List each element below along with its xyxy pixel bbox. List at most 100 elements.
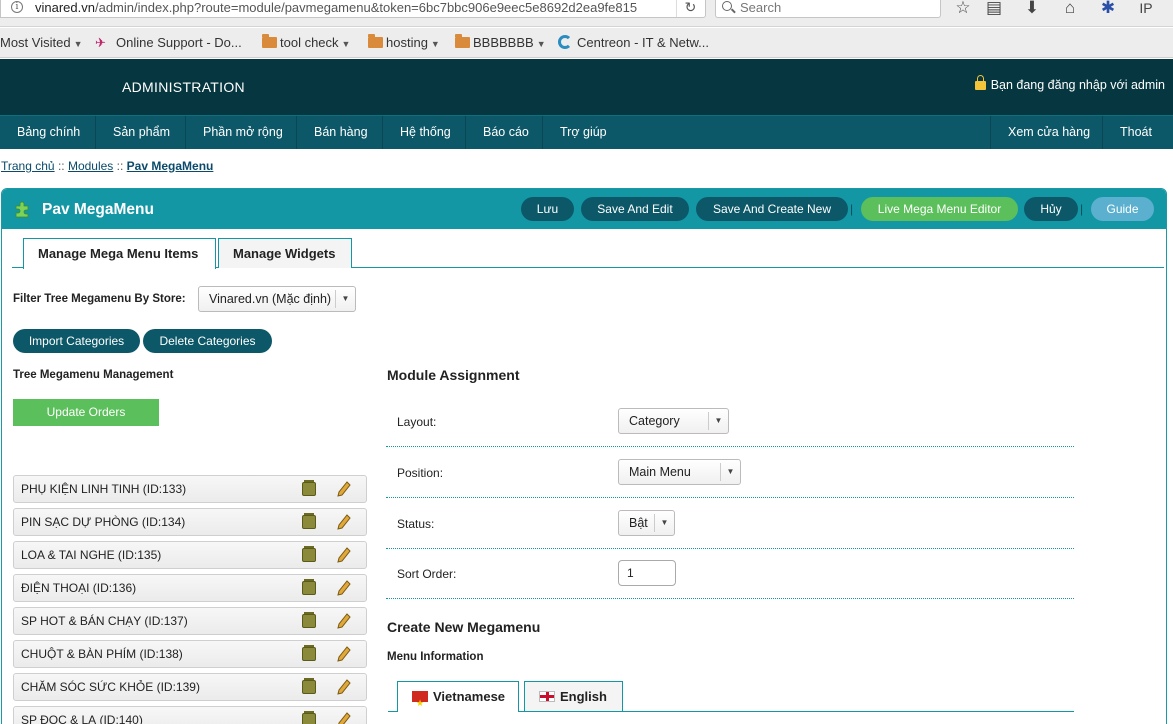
nav-item-extensions[interactable]: Phần mở rộng	[186, 116, 297, 149]
extension-icon[interactable]: ✱	[1097, 0, 1119, 18]
delete-icon[interactable]	[302, 480, 316, 496]
chevron-down-icon: ▼	[708, 412, 728, 430]
create-megamenu-title: Create New Megamenu	[387, 619, 541, 635]
bookmark-folder-bbbbbbb[interactable]: BBBBBBB ▼	[455, 34, 546, 50]
chevron-down-icon: ▼	[536, 39, 546, 49]
nav-item-sales[interactable]: Bán hàng	[297, 116, 383, 149]
lock-icon	[974, 75, 986, 90]
guide-button[interactable]: Guide	[1091, 197, 1154, 221]
position-label: Position:	[397, 466, 444, 480]
download-icon[interactable]: ⬇	[1021, 0, 1043, 18]
chevron-down-icon: ▼	[430, 39, 440, 49]
bookmark-folder-tool-check[interactable]: tool check ▼	[262, 34, 350, 50]
pencil-icon[interactable]	[336, 612, 352, 630]
search-placeholder: Search	[740, 0, 782, 15]
save-and-create-new-button[interactable]: Save And Create New	[696, 197, 848, 221]
nav-item-dashboard[interactable]: Bảng chính	[0, 116, 96, 149]
pencil-icon[interactable]	[336, 645, 352, 663]
pencil-icon[interactable]	[336, 546, 352, 564]
pencil-icon[interactable]	[336, 579, 352, 597]
login-info: Bạn đang đăng nhập với admin	[974, 75, 1165, 92]
tab-manage-widgets[interactable]: Manage Widgets	[218, 238, 352, 268]
separator: |	[1080, 202, 1084, 216]
divider	[386, 446, 1074, 447]
delete-icon[interactable]	[302, 612, 316, 628]
filter-label: Filter Tree Megamenu By Store:	[13, 293, 186, 305]
pencil-icon[interactable]	[336, 480, 352, 498]
pencil-icon[interactable]	[336, 711, 352, 724]
breadcrumb-home[interactable]: Trang chủ	[1, 159, 55, 173]
breadcrumb-current[interactable]: Pav MegaMenu	[127, 159, 214, 173]
tree-item[interactable]: CHUỘT & BÀN PHÍM (ID:138)	[13, 640, 367, 668]
tree-item[interactable]: PHỤ KIỆN LINH TINH (ID:133)	[13, 475, 367, 503]
bookmark-folder-hosting[interactable]: hosting ▼	[368, 34, 440, 50]
folder-icon	[368, 34, 383, 48]
nav-item-catalog[interactable]: Sản phẩm	[96, 116, 186, 149]
bookmark-star-icon[interactable]: ☆	[952, 0, 974, 18]
delete-icon[interactable]	[302, 579, 316, 595]
nav-item-system[interactable]: Hệ thống	[383, 116, 466, 149]
site-info-icon[interactable]: i	[11, 1, 23, 13]
reload-icon[interactable]: ↻	[676, 0, 704, 17]
delete-icon[interactable]	[302, 678, 316, 694]
tree-item[interactable]: SP ĐỌC & LẠ (ID:140)	[13, 706, 367, 724]
site-favicon-icon: ✈	[95, 35, 106, 50]
save-and-edit-button[interactable]: Save And Edit	[581, 197, 689, 221]
centreon-favicon-icon	[558, 35, 572, 49]
chevron-down-icon: ▼	[73, 39, 83, 49]
tree-item[interactable]: PIN SẠC DỰ PHÒNG (ID:134)	[13, 508, 367, 536]
nav-item-view-store[interactable]: Xem cửa hàng	[990, 116, 1103, 149]
save-button[interactable]: Lưu	[521, 197, 574, 221]
store-select[interactable]: Vinared.vn (Mặc định) ▼	[198, 286, 356, 312]
nav-item-reports[interactable]: Báo cáo	[466, 116, 543, 149]
import-categories-button[interactable]: Import Categories	[13, 329, 140, 353]
cancel-button[interactable]: Hủy	[1024, 197, 1078, 221]
delete-icon[interactable]	[302, 711, 316, 724]
divider	[386, 548, 1074, 549]
ip-extension-icon[interactable]: IP	[1135, 0, 1157, 16]
bookmarks-bar: Most Visited ▼ ✈ Online Support - Do... to…	[0, 28, 1173, 58]
divider	[386, 497, 1074, 498]
nav-item-help[interactable]: Trợ giúp	[543, 116, 623, 149]
sort-order-input[interactable]: 1	[618, 560, 676, 586]
browser-search-input[interactable]: Search	[715, 0, 941, 18]
tab-lang-english[interactable]: English	[524, 681, 623, 711]
tree-item[interactable]: ĐIỆN THOẠI (ID:136)	[13, 574, 367, 602]
pencil-icon[interactable]	[336, 678, 352, 696]
reading-list-icon[interactable]: ▤	[983, 0, 1005, 18]
delete-categories-button[interactable]: Delete Categories	[143, 329, 272, 353]
delete-icon[interactable]	[302, 546, 316, 562]
delete-icon[interactable]	[302, 645, 316, 661]
sort-order-label: Sort Order:	[397, 567, 457, 581]
breadcrumb-modules[interactable]: Modules	[68, 159, 113, 173]
tree-title: Tree Megamenu Management	[13, 369, 174, 381]
layout-select[interactable]: Category ▼	[618, 408, 729, 434]
url-field[interactable]: i vinared.vn/admin/index.php?route=modul…	[0, 0, 706, 18]
browser-toolbar: i vinared.vn/admin/index.php?route=modul…	[0, 0, 1173, 27]
delete-icon[interactable]	[302, 513, 316, 529]
divider	[386, 598, 1074, 599]
home-icon[interactable]: ⌂	[1059, 0, 1081, 18]
chevron-down-icon: ▼	[720, 463, 740, 481]
bookmark-most-visited[interactable]: Most Visited ▼	[0, 35, 83, 50]
tree-item[interactable]: SP HOT & BÁN CHẠY (ID:137)	[13, 607, 367, 635]
tab-lang-vietnamese[interactable]: Vietnamese	[397, 681, 519, 718]
bookmark-centreon[interactable]: Centreon - IT & Netw...	[558, 35, 709, 50]
nav-item-logout[interactable]: Thoát	[1103, 116, 1173, 149]
panel-header: Pav MegaMenu Lưu Save And Edit Save And …	[2, 189, 1166, 229]
bookmark-online-support[interactable]: ✈ Online Support - Do...	[95, 35, 242, 50]
live-editor-button[interactable]: Live Mega Menu Editor	[861, 197, 1018, 221]
chevron-down-icon: ▼	[654, 514, 674, 532]
position-select[interactable]: Main Menu ▼	[618, 459, 741, 485]
tree-item[interactable]: CHĂM SÓC SỨC KHỎE (ID:139)	[13, 673, 367, 701]
tab-manage-items[interactable]: Manage Mega Menu Items	[23, 238, 216, 269]
update-orders-button[interactable]: Update Orders	[13, 399, 159, 426]
status-label: Status:	[397, 517, 435, 531]
pencil-icon[interactable]	[336, 513, 352, 531]
tree-item[interactable]: LOA & TAI NGHE (ID:135)	[13, 541, 367, 569]
panel-title: Pav MegaMenu	[42, 201, 154, 218]
puzzle-icon	[15, 201, 29, 218]
status-select[interactable]: Bật ▼	[618, 510, 675, 536]
breadcrumb: Trang chủ :: Modules :: Pav MegaMenu	[1, 159, 214, 173]
admin-header: ADMINISTRATION Bạn đang đăng nhập với ad…	[0, 59, 1173, 115]
